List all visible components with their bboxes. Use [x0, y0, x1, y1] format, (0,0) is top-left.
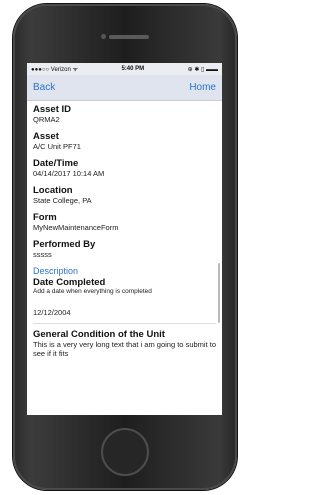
home-hardware-button[interactable] [101, 428, 149, 476]
field-label: Form [33, 212, 57, 223]
camera-icon [101, 34, 106, 39]
status-bar: ●●●○○ Verizon ᯤ 5:40 PM ⊕ ✱ ▯ ▬▬ [27, 63, 222, 75]
status-time: 5:40 PM [121, 66, 145, 72]
field-label: Location [33, 185, 73, 196]
condition-value[interactable]: This is a very very long text that i am … [33, 340, 216, 358]
field-date-time: Date/Time 04/14/2017 10:14 AM [33, 158, 216, 178]
scrollbar[interactable] [218, 263, 220, 323]
field-form: Form MyNewMaintenanceForm [33, 212, 216, 232]
field-asset: Asset A/C Unit PF71 [33, 131, 216, 151]
nav-bar: Back Home [27, 75, 222, 101]
carrier-label: ●●●○○ Verizon ᯤ [31, 67, 78, 73]
field-value: QRMA2 [33, 115, 60, 124]
detail-content: Asset ID QRMA2 Asset A/C Unit PF71 Date/… [27, 101, 222, 358]
field-value: A/C Unit PF71 [33, 142, 81, 151]
date-completed-hint: Add a date when everything is completed [33, 288, 152, 295]
field-label: Asset [33, 131, 59, 142]
field-label: Performed By [33, 239, 96, 250]
condition-label: General Condition of the Unit [33, 329, 165, 340]
field-value: State College, PA [33, 196, 92, 205]
phone-screen: ●●●○○ Verizon ᯤ 5:40 PM ⊕ ✱ ▯ ▬▬ Back Ho… [27, 63, 222, 415]
field-asset-id: Asset ID QRMA2 [33, 104, 216, 124]
field-value: 04/14/2017 10:14 AM [33, 169, 105, 178]
field-value: sssss [33, 250, 52, 259]
field-location: Location State College, PA [33, 185, 216, 205]
date-completed-label: Date Completed [33, 277, 106, 288]
date-completed-value[interactable]: 12/12/2004 [33, 308, 216, 317]
status-icons: ⊕ ✱ ▯ ▬▬ [187, 66, 218, 73]
field-label: Asset ID [33, 104, 72, 115]
description-section-title: Description [33, 266, 79, 276]
field-label: Date/Time [33, 158, 79, 169]
field-value: MyNewMaintenanceForm [33, 223, 119, 232]
field-performed-by: Performed By sssss [33, 239, 216, 259]
back-button[interactable]: Back [33, 82, 55, 93]
divider [33, 323, 216, 324]
speaker-grille [109, 35, 149, 39]
home-button[interactable]: Home [189, 82, 216, 93]
